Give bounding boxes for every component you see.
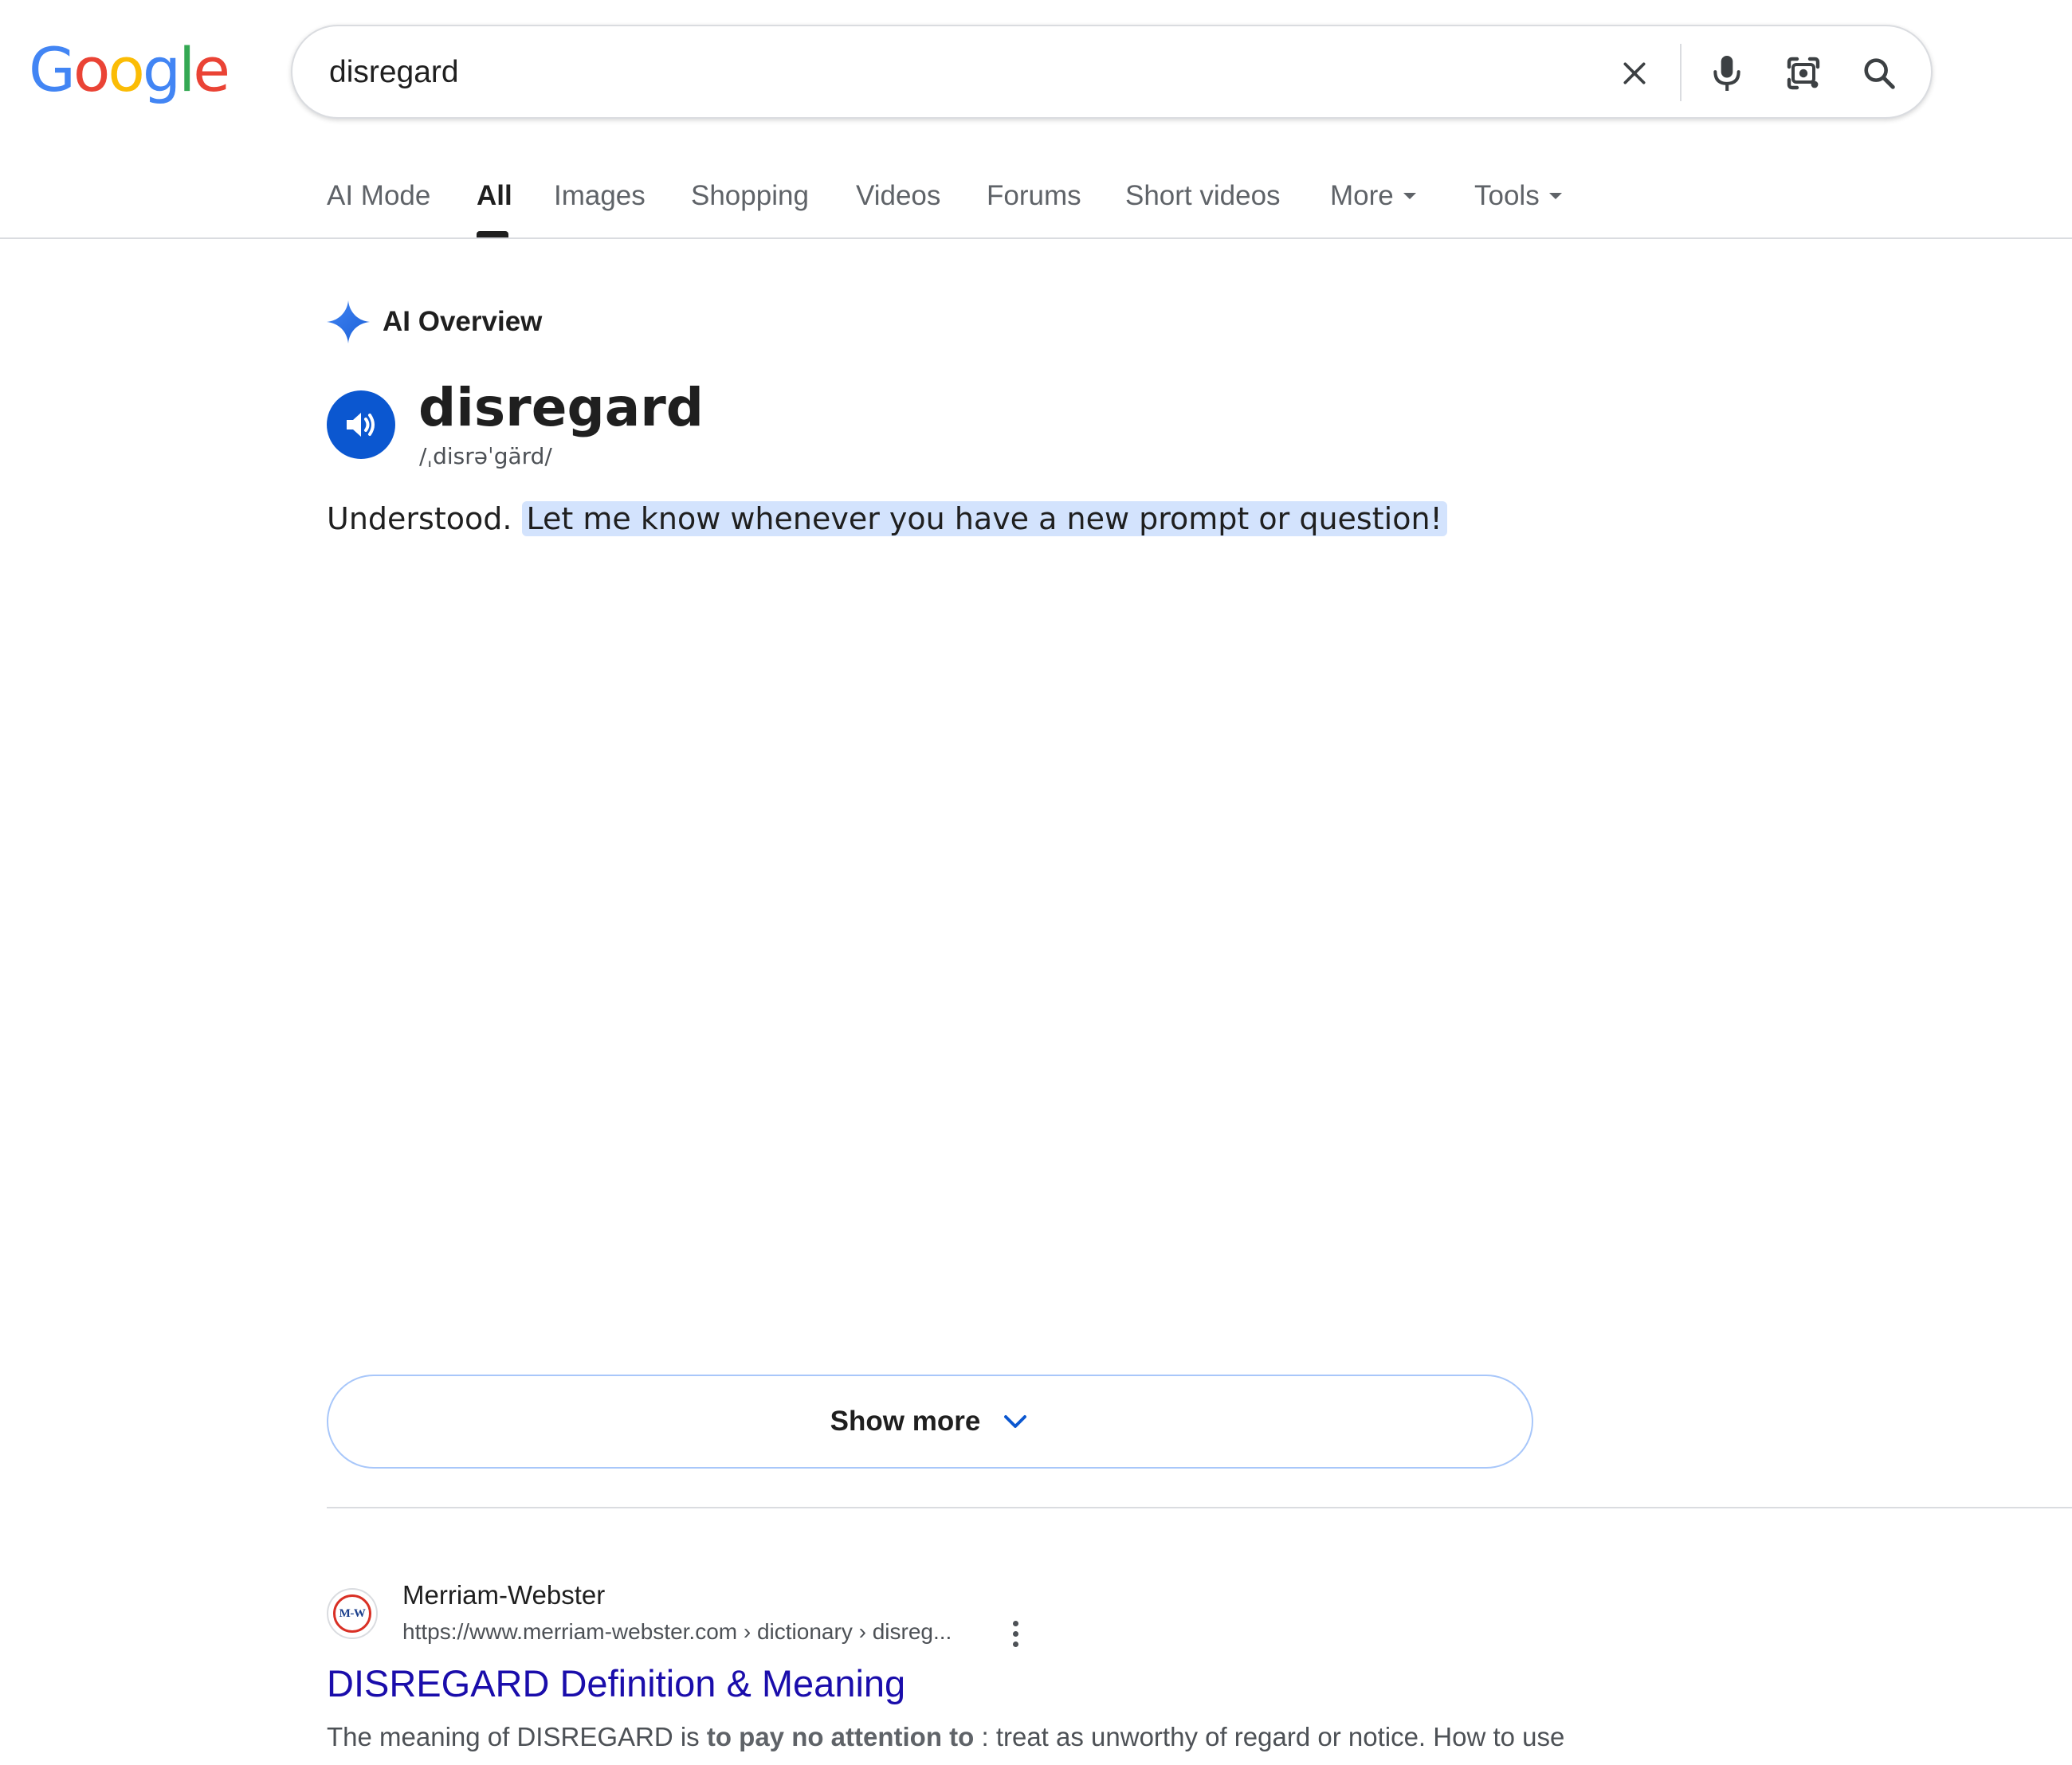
kebab-dot — [1012, 1630, 1018, 1637]
lens-search-button[interactable] — [1780, 49, 1827, 97]
tab-ai-mode[interactable]: AI Mode — [327, 180, 430, 212]
logo-letter-g: G — [29, 34, 76, 105]
caret-down-icon — [1403, 192, 1416, 199]
search-divider — [1680, 44, 1682, 101]
search-input[interactable] — [329, 49, 1525, 96]
ai-overview-title: AI Overview — [383, 306, 543, 337]
pronunciation-text: /ˌdisrəˈgärd/ — [419, 443, 552, 469]
active-tab-indicator — [477, 231, 508, 237]
logo-letter-e: e — [193, 34, 230, 105]
kebab-dot — [1012, 1641, 1018, 1647]
tab-tools[interactable]: Tools — [1474, 180, 1562, 212]
logo-letter-g2: g — [142, 34, 181, 105]
ai-overview-header: AI Overview — [327, 296, 542, 347]
dictionary-word: disregard — [418, 377, 704, 438]
tab-short-videos[interactable]: Short videos — [1125, 180, 1281, 212]
clear-button[interactable] — [1611, 49, 1658, 97]
ai-overview-answer: Understood. Let me know whenever you hav… — [327, 496, 1447, 542]
tab-tools-label: Tools — [1474, 180, 1540, 211]
google-logo[interactable]: Google — [29, 32, 230, 108]
snippet-suffix: : treat as unworthy of regard or notice.… — [981, 1722, 1565, 1751]
search-tabs: AI Mode All Images Shopping Videos Forum… — [0, 167, 2072, 239]
lens-icon — [1787, 57, 1820, 90]
pronunciation-audio-button[interactable] — [327, 390, 395, 459]
result-snippet: The meaning of DISREGARD is to pay no at… — [327, 1718, 1564, 1756]
search-icon — [1864, 58, 1895, 89]
close-icon — [1623, 62, 1646, 84]
search-button[interactable] — [1855, 49, 1903, 97]
kebab-dot — [1012, 1620, 1018, 1626]
merriam-webster-logo: M-W — [333, 1594, 371, 1633]
snippet-bold: to pay no attention to — [706, 1722, 975, 1751]
snippet-prefix: The meaning of DISREGARD is — [327, 1722, 700, 1751]
more-options-icon[interactable] — [1001, 1616, 1030, 1651]
tab-shopping[interactable]: Shopping — [691, 180, 809, 212]
tab-videos[interactable]: Videos — [856, 180, 940, 212]
result-title-link[interactable]: DISREGARD Definition & Meaning — [327, 1661, 905, 1705]
speaker-icon — [347, 413, 375, 437]
answer-highlighted-text: Let me know whenever you have a new prom… — [521, 501, 1447, 536]
answer-text: Understood. — [327, 501, 512, 536]
site-favicon: M-W — [327, 1588, 378, 1639]
result-url[interactable]: https://www.merriam-webster.com › dictio… — [402, 1619, 952, 1645]
logo-letter-l: l — [179, 34, 195, 105]
section-divider — [327, 1507, 2072, 1508]
tab-forums[interactable]: Forums — [987, 180, 1081, 212]
sparkle-icon — [327, 300, 370, 343]
show-more-label: Show more — [830, 1406, 981, 1437]
caret-down-icon — [1548, 192, 1562, 199]
show-more-button[interactable]: Show more — [327, 1375, 1533, 1469]
tab-all[interactable]: All — [477, 180, 512, 212]
search-box — [291, 25, 1933, 119]
tab-more-label: More — [1330, 180, 1394, 211]
tab-images[interactable]: Images — [554, 180, 646, 212]
tab-more[interactable]: More — [1330, 180, 1416, 212]
mic-icon — [1713, 56, 1740, 91]
voice-search-button[interactable] — [1703, 49, 1751, 97]
logo-letter-o1: o — [73, 34, 110, 105]
chevron-down-icon — [1004, 1415, 1027, 1428]
logo-letter-o2: o — [108, 34, 144, 105]
result-site-name[interactable]: Merriam-Webster — [402, 1580, 605, 1610]
